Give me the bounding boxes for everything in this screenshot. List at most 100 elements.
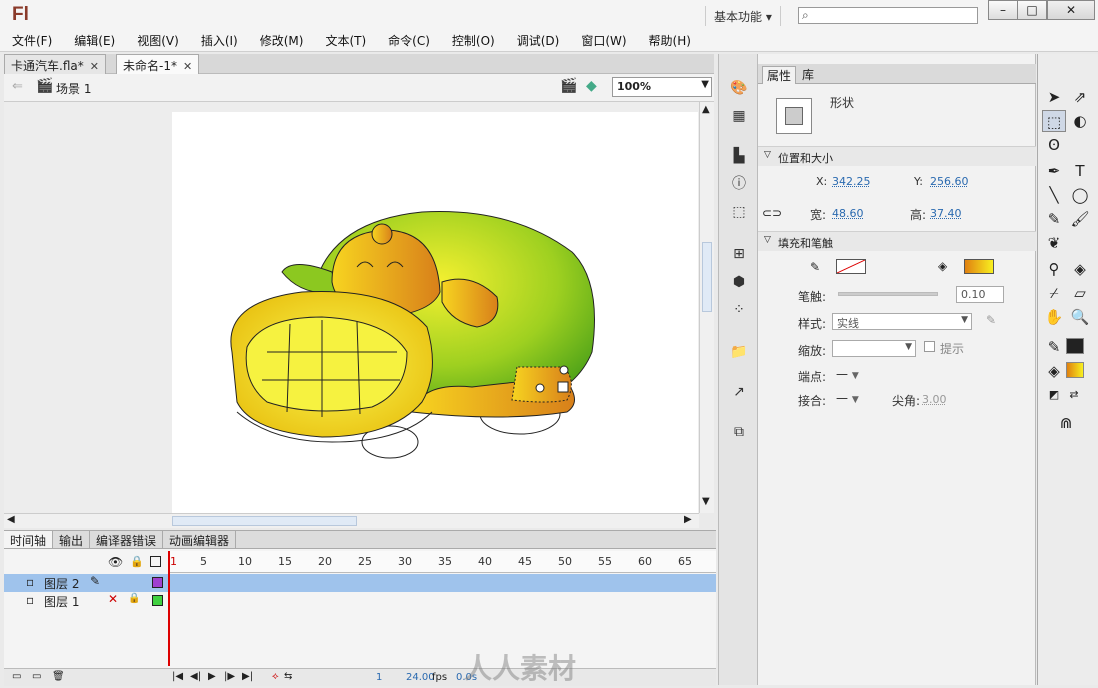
oval-tool-icon[interactable]: ◯ — [1068, 184, 1092, 206]
zoom-tool-icon[interactable]: 🔍 — [1068, 306, 1092, 328]
cartoon-car-drawing[interactable] — [172, 112, 698, 514]
tab-motion-editor[interactable]: 动画编辑器 — [163, 531, 237, 548]
close-button[interactable]: ✕ — [1047, 0, 1095, 20]
scroll-thumb[interactable] — [172, 516, 357, 526]
tab-output[interactable]: 输出 — [53, 531, 91, 548]
tab-properties[interactable]: 属性 — [762, 66, 797, 84]
prev-frame-icon[interactable]: ◀| — [190, 671, 201, 682]
new-layer-icon[interactable]: ▭ — [12, 671, 21, 682]
doc-tab-car[interactable]: 卡通汽车.fla* ✕ — [4, 54, 106, 74]
selection-tool-icon[interactable]: ➤ — [1042, 86, 1066, 108]
height-value[interactable]: 37.40 — [930, 207, 962, 220]
current-frame[interactable]: 1 — [376, 672, 382, 683]
width-value[interactable]: 48.60 — [832, 207, 864, 220]
actions-icon[interactable]: ⊞ — [727, 242, 751, 266]
brush-tool-icon[interactable]: 🖌 — [1068, 208, 1092, 230]
subselection-tool-icon[interactable]: ⇗ — [1068, 86, 1092, 108]
cap-select[interactable]: — ▼ — [836, 367, 859, 381]
scene-icon[interactable]: ⧉ — [727, 420, 751, 444]
scroll-thumb[interactable] — [702, 242, 712, 312]
swap-colors-icon[interactable]: ⇄ — [1062, 384, 1086, 406]
bone-tool-icon[interactable]: ⚲ — [1042, 258, 1066, 280]
hint-checkbox[interactable] — [924, 341, 935, 352]
scroll-right-icon[interactable]: ▶ — [684, 514, 692, 525]
project-icon[interactable]: 📁 — [727, 340, 751, 364]
edit-scene-icon[interactable]: 🎬 — [560, 78, 577, 94]
swatches-icon[interactable]: ▦ — [727, 104, 751, 128]
lock-icon[interactable]: 🔒 — [130, 555, 144, 568]
stroke-style-select[interactable]: 实线 ▼ — [832, 313, 972, 330]
menu-edit[interactable]: 编辑(E) — [62, 30, 125, 51]
layer-row-2[interactable]: ▫ 图层 2 ✎ — [4, 574, 716, 592]
eyedropper-tool-icon[interactable]: ⌿ — [1042, 282, 1066, 304]
color-panel-icon[interactable]: 🎨 — [727, 76, 751, 100]
lasso-tool-icon[interactable]: ʘ — [1042, 134, 1066, 156]
text-tool-icon[interactable]: T — [1068, 160, 1092, 182]
doc-tab-untitled[interactable]: 未命名-1* ✕ — [116, 54, 200, 74]
eraser-tool-icon[interactable]: ▱ — [1068, 282, 1092, 304]
miter-value[interactable]: 3.00 — [922, 393, 947, 406]
layer-color-swatch[interactable] — [152, 577, 163, 588]
outline-icon[interactable] — [150, 556, 161, 567]
3d-rotation-tool-icon[interactable]: ◐ — [1068, 110, 1092, 132]
playhead[interactable] — [168, 551, 170, 666]
deco-tool-icon[interactable]: ❦ — [1042, 232, 1066, 254]
loop-icon[interactable]: ⇆ — [284, 671, 292, 682]
stroke-color-swatch[interactable] — [836, 259, 866, 274]
menu-window[interactable]: 窗口(W) — [569, 30, 636, 51]
tab-compiler-errors[interactable]: 编译器错误 — [90, 531, 164, 548]
scale-select[interactable]: ▼ — [832, 340, 916, 357]
trash-icon[interactable]: 🗑 — [52, 671, 65, 682]
close-icon[interactable]: ✕ — [183, 60, 192, 73]
menu-modify[interactable]: 修改(M) — [248, 30, 314, 51]
eye-icon[interactable]: 👁 — [108, 555, 123, 569]
workspace-switcher[interactable]: 基本功能 ▾ — [705, 6, 781, 26]
hidden-x-icon[interactable]: ✕ — [108, 592, 118, 606]
maximize-button[interactable]: □ — [1017, 0, 1047, 20]
center-frame-icon[interactable]: ⟡ — [272, 671, 279, 682]
menu-control[interactable]: 控制(O) — [440, 30, 505, 51]
menu-debug[interactable]: 调试(D) — [505, 30, 570, 51]
pencil-tool-icon[interactable]: ✎ — [1042, 208, 1066, 230]
link-icon[interactable]: ⊂⊃ — [762, 206, 782, 220]
snap-magnet-icon[interactable]: ⋒ — [1054, 412, 1078, 434]
fill-color-swatch[interactable] — [964, 259, 994, 274]
fill-color-swatch[interactable] — [1066, 362, 1084, 378]
stage[interactable] — [172, 112, 698, 514]
x-value[interactable]: 342.25 — [832, 175, 871, 188]
scroll-up-icon[interactable]: ▲ — [702, 104, 710, 115]
pen-tool-icon[interactable]: ✒ — [1042, 160, 1066, 182]
back-arrow-icon[interactable]: ⇐ — [12, 79, 23, 94]
line-tool-icon[interactable]: ╲ — [1042, 184, 1066, 206]
stroke-color-swatch[interactable] — [1066, 338, 1084, 354]
close-icon[interactable]: ✕ — [90, 60, 99, 73]
layer-row-1[interactable]: ▫ 图层 1 ✕ 🔒 — [4, 592, 716, 610]
align-icon[interactable]: ▙ — [727, 144, 751, 168]
minimize-button[interactable]: – — [988, 0, 1018, 20]
zoom-select[interactable]: 100% ▼ — [612, 77, 712, 97]
next-frame-icon[interactable]: |▶ — [224, 671, 235, 682]
section-position-size[interactable]: ▽ 位置和大小 — [758, 146, 1036, 166]
vertical-scrollbar[interactable]: ▲ ▼ — [699, 102, 714, 513]
transform-icon[interactable]: ⬚ — [727, 200, 751, 224]
menu-commands[interactable]: 命令(C) — [376, 30, 440, 51]
free-transform-tool-icon[interactable]: ⬚ — [1042, 110, 1066, 132]
frame-ruler[interactable]: 1 5 10 15 20 25 30 35 40 45 50 55 60 65 — [168, 551, 716, 573]
edit-style-icon[interactable]: ✎ — [986, 313, 996, 327]
menu-help[interactable]: 帮助(H) — [637, 30, 701, 51]
menu-text[interactable]: 文本(T) — [313, 30, 376, 51]
scroll-left-icon[interactable]: ◀ — [7, 514, 15, 525]
components-icon[interactable]: ⬢ — [727, 270, 751, 294]
section-fill-stroke[interactable]: ▽ 填充和笔触 — [758, 231, 1036, 251]
menu-file[interactable]: 文件(F) — [0, 30, 62, 51]
info-icon[interactable]: ⓘ — [727, 172, 751, 196]
last-frame-icon[interactable]: ▶| — [242, 671, 253, 682]
history-icon[interactable]: ↗ — [727, 380, 751, 404]
join-select[interactable]: — ▼ — [836, 391, 859, 405]
tab-library[interactable]: 库 — [798, 66, 818, 83]
new-folder-icon[interactable]: ▭ — [32, 671, 41, 682]
paint-bucket-tool-icon[interactable]: ◈ — [1068, 258, 1092, 280]
menu-insert[interactable]: 插入(I) — [189, 30, 248, 51]
frame-rate[interactable]: 24.00 — [406, 672, 435, 683]
edit-symbols-icon[interactable]: ◆ — [586, 78, 597, 94]
